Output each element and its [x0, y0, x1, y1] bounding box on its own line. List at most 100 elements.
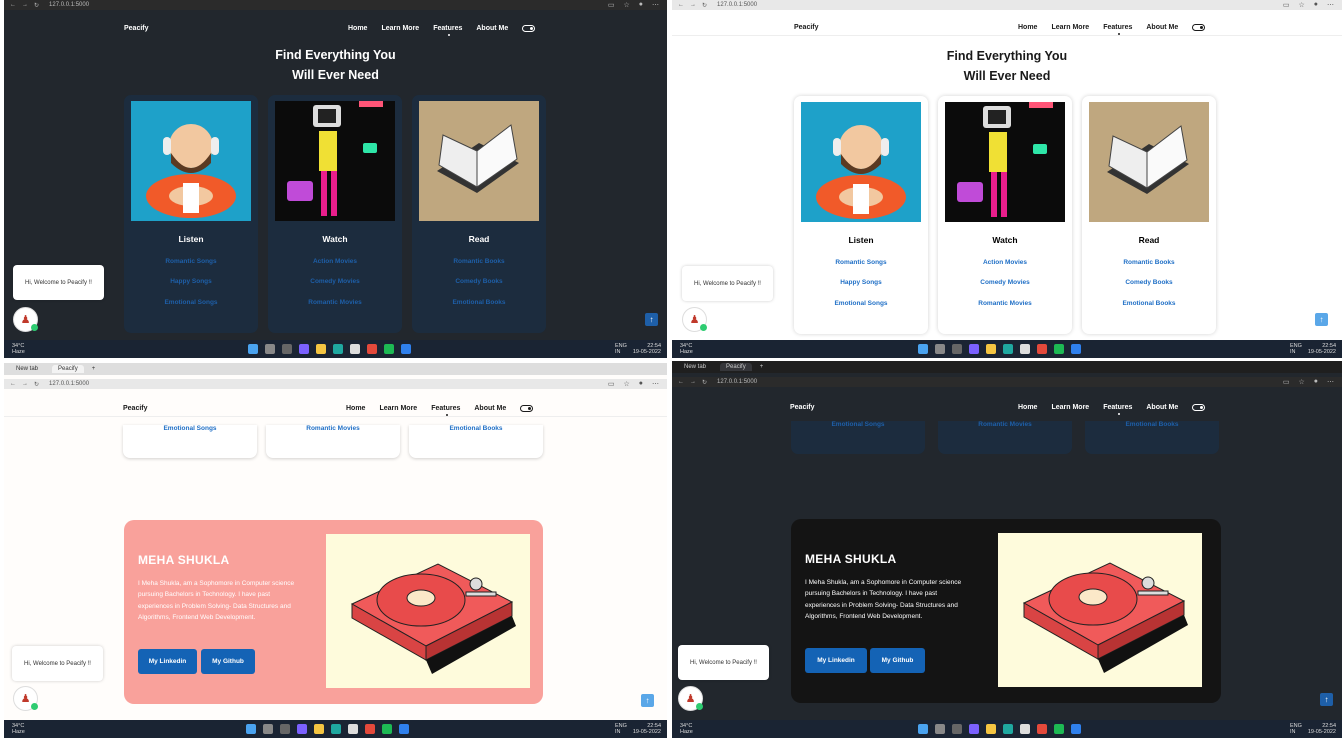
dancer-avatar-icon[interactable]: ♟	[13, 307, 38, 332]
chrome-icon[interactable]	[367, 344, 377, 354]
extension-icon[interactable]: ▭	[1283, 378, 1290, 386]
link-comedy-books[interactable]: Comedy Books	[412, 278, 546, 285]
link-emotional-songs[interactable]: Emotional Songs	[794, 300, 928, 307]
chrome-icon[interactable]	[1037, 344, 1047, 354]
profile-icon[interactable]: ●	[639, 380, 643, 388]
vscode-icon[interactable]	[399, 724, 409, 734]
clock[interactable]: 22:54 19-05-2022	[633, 723, 661, 735]
tab-peacify[interactable]: Peacify	[52, 365, 84, 373]
taskview-icon[interactable]	[280, 724, 290, 734]
reload-icon[interactable]: ↻	[702, 2, 707, 9]
arrow-up-icon[interactable]: ↑	[641, 694, 654, 707]
start-icon[interactable]	[918, 724, 928, 734]
reload-icon[interactable]: ↻	[702, 379, 707, 386]
nav-learn-more[interactable]: Learn More	[379, 405, 417, 412]
link-romantic-movies[interactable]: Romantic Movies	[268, 299, 402, 306]
link-emotional-songs[interactable]: Emotional Songs	[791, 421, 925, 428]
link-comedy-movies[interactable]: Comedy Movies	[938, 279, 1072, 286]
nav-about-me[interactable]: About Me	[476, 25, 508, 32]
edge-icon[interactable]	[333, 344, 343, 354]
linkedin-button[interactable]: My Linkedin	[138, 649, 197, 674]
theme-toggle-icon[interactable]	[520, 405, 534, 412]
profile-icon[interactable]: ●	[1314, 378, 1318, 386]
link-romantic-songs[interactable]: Romantic Songs	[124, 258, 258, 265]
search-icon[interactable]	[935, 724, 945, 734]
link-comedy-movies[interactable]: Comedy Movies	[268, 278, 402, 285]
taskview-icon[interactable]	[282, 344, 292, 354]
link-emotional-songs[interactable]: Emotional Songs	[123, 425, 257, 432]
link-romantic-movies[interactable]: Romantic Movies	[938, 421, 1072, 428]
vscode-icon[interactable]	[1071, 724, 1081, 734]
new-tab-icon[interactable]: +	[760, 364, 764, 370]
nav-about-me[interactable]: About Me	[1146, 404, 1178, 411]
forward-icon[interactable]: →	[22, 2, 28, 8]
arrow-up-icon[interactable]: ↑	[645, 313, 658, 326]
link-emotional-books[interactable]: Emotional Books	[1085, 421, 1219, 428]
forward-icon[interactable]: →	[690, 379, 696, 385]
link-action-movies[interactable]: Action Movies	[938, 259, 1072, 266]
favorites-icon[interactable]: ☆	[1298, 1, 1304, 9]
link-romantic-books[interactable]: Romantic Books	[412, 258, 546, 265]
start-icon[interactable]	[246, 724, 256, 734]
arrow-up-icon[interactable]: ↑	[1320, 693, 1333, 706]
favorites-icon[interactable]: ☆	[623, 1, 629, 9]
menu-icon[interactable]: ⋯	[1327, 1, 1334, 9]
back-icon[interactable]: ←	[10, 381, 16, 387]
explorer-icon[interactable]	[986, 344, 996, 354]
back-icon[interactable]: ←	[678, 379, 684, 385]
address-bar[interactable]: 127.0.0.1:5000	[713, 378, 761, 386]
back-icon[interactable]: ←	[10, 2, 16, 8]
dancer-avatar-icon[interactable]: ♟	[678, 686, 703, 711]
taskview-icon[interactable]	[952, 724, 962, 734]
explorer-icon[interactable]	[316, 344, 326, 354]
weather-widget[interactable]: 34°C Haze	[680, 723, 693, 735]
nav-home[interactable]: Home	[1018, 404, 1037, 411]
nav-about-me[interactable]: About Me	[1146, 24, 1178, 31]
favorites-icon[interactable]: ☆	[1298, 378, 1304, 386]
brand-logo[interactable]: Peacify	[123, 405, 148, 412]
link-comedy-books[interactable]: Comedy Books	[1082, 279, 1216, 286]
link-happy-songs[interactable]: Happy Songs	[124, 278, 258, 285]
explorer-icon[interactable]	[314, 724, 324, 734]
link-emotional-books[interactable]: Emotional Books	[1082, 300, 1216, 307]
new-tab-icon[interactable]: +	[92, 366, 96, 372]
forward-icon[interactable]: →	[22, 381, 28, 387]
back-icon[interactable]: ←	[678, 2, 684, 8]
brand-logo[interactable]: Peacify	[124, 25, 149, 32]
nav-features[interactable]: Features	[431, 405, 460, 416]
clock[interactable]: 22:54 19-05-2022	[633, 343, 661, 355]
link-emotional-songs[interactable]: Emotional Songs	[124, 299, 258, 306]
tab-new-tab[interactable]: New tab	[10, 365, 44, 373]
search-icon[interactable]	[263, 724, 273, 734]
search-icon[interactable]	[935, 344, 945, 354]
tab-peacify[interactable]: Peacify	[720, 363, 752, 371]
nav-learn-more[interactable]: Learn More	[381, 25, 419, 32]
nav-about-me[interactable]: About Me	[474, 405, 506, 412]
start-icon[interactable]	[918, 344, 928, 354]
link-romantic-movies[interactable]: Romantic Movies	[938, 300, 1072, 307]
link-happy-songs[interactable]: Happy Songs	[794, 279, 928, 286]
profile-icon[interactable]: ●	[639, 1, 643, 9]
store-icon[interactable]	[1020, 724, 1030, 734]
nav-home[interactable]: Home	[1018, 24, 1037, 31]
link-emotional-books[interactable]: Emotional Books	[412, 299, 546, 306]
edge-icon[interactable]	[331, 724, 341, 734]
weather-widget[interactable]: 34°C Haze	[12, 723, 25, 735]
nav-learn-more[interactable]: Learn More	[1051, 24, 1089, 31]
menu-icon[interactable]: ⋯	[652, 380, 659, 388]
nav-features[interactable]: Features	[1103, 404, 1132, 415]
nav-features[interactable]: Features	[433, 25, 462, 36]
link-action-movies[interactable]: Action Movies	[268, 258, 402, 265]
spotify-icon[interactable]	[1054, 344, 1064, 354]
theme-toggle-icon[interactable]	[1192, 403, 1206, 411]
profile-icon[interactable]: ●	[1314, 1, 1318, 9]
github-button[interactable]: My Github	[870, 648, 925, 673]
edge-icon[interactable]	[1003, 344, 1013, 354]
reload-icon[interactable]: ↻	[34, 381, 39, 388]
weather-widget[interactable]: 34°C Haze	[12, 343, 25, 355]
start-icon[interactable]	[248, 344, 258, 354]
link-emotional-books[interactable]: Emotional Books	[409, 425, 543, 432]
address-bar[interactable]: 127.0.0.1:5000	[45, 380, 93, 388]
clock[interactable]: 22:54 19-05-2022	[1308, 723, 1336, 735]
chrome-icon[interactable]	[1037, 724, 1047, 734]
